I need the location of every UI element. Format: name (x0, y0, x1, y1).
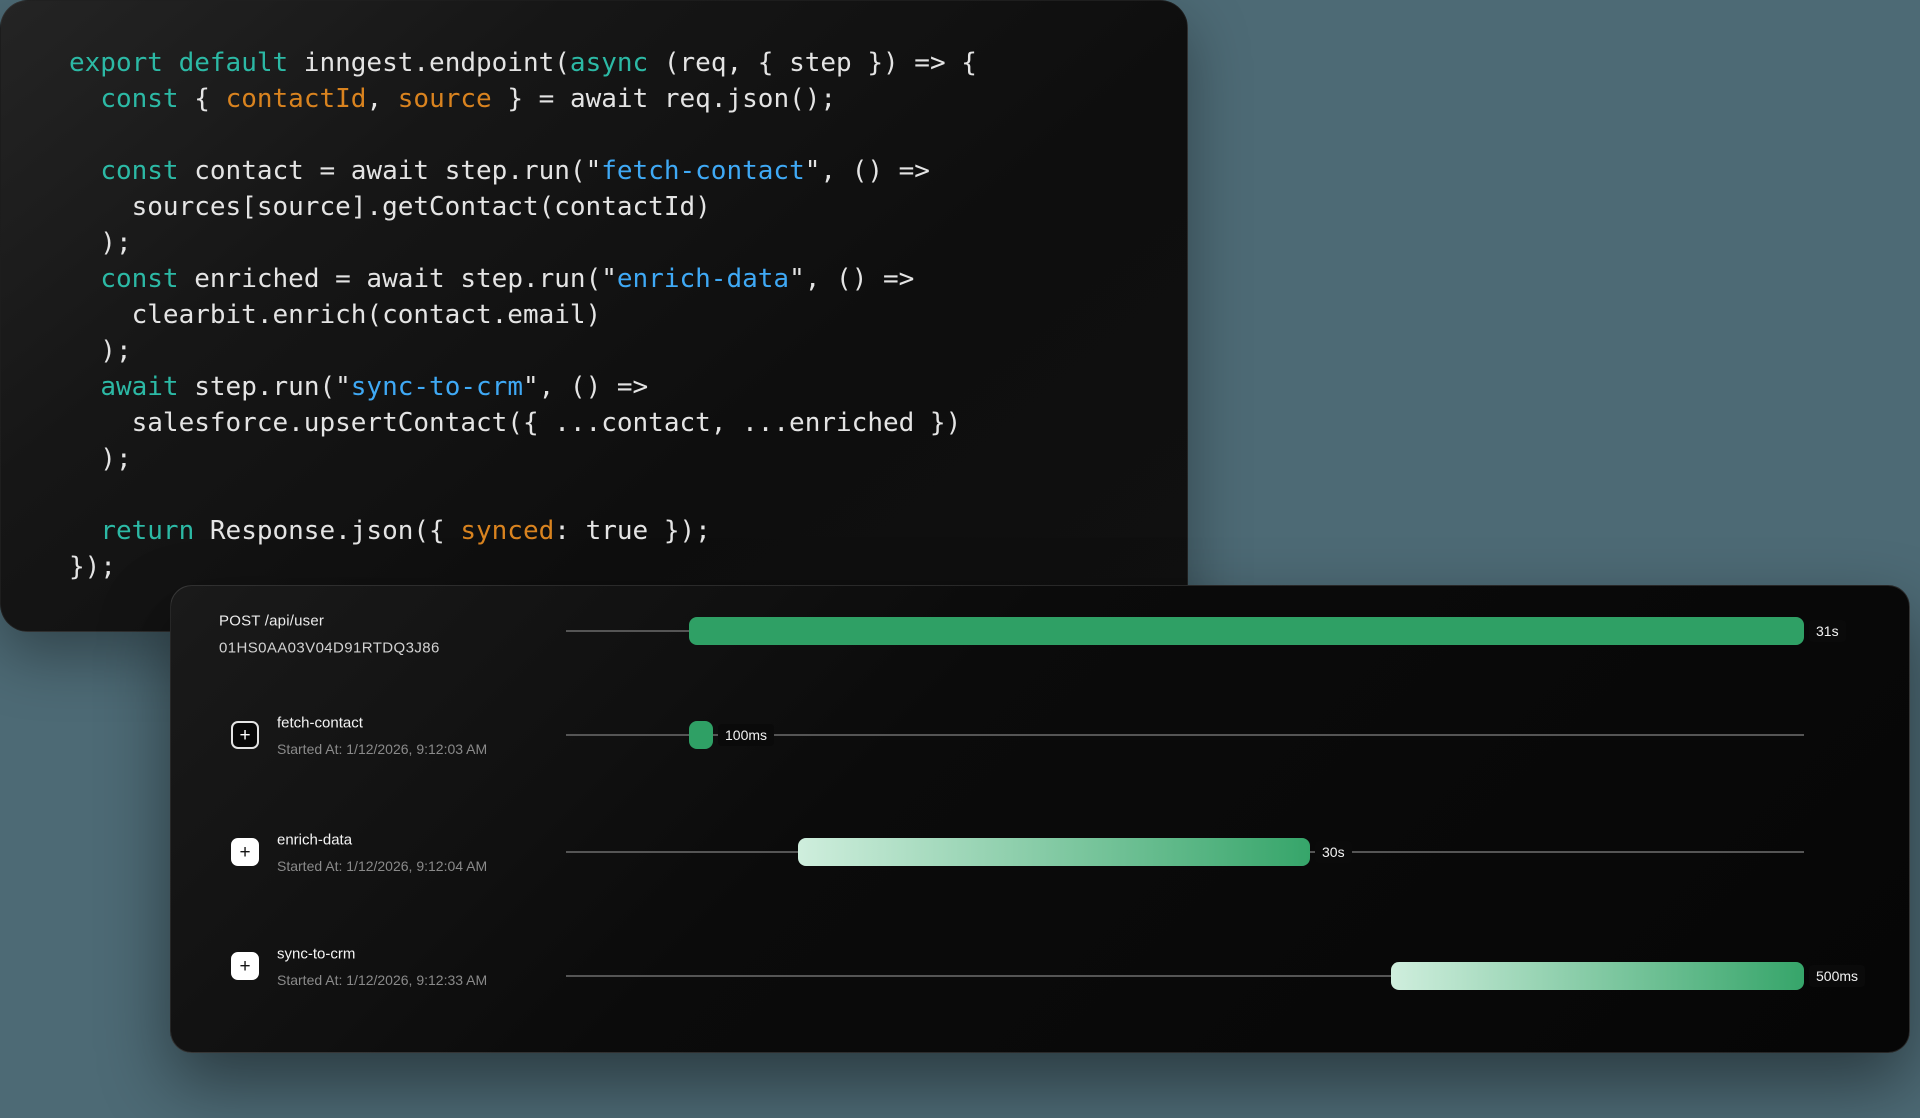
code-token: const (100, 264, 178, 294)
timeline-bar[interactable] (689, 617, 1804, 645)
step-started-at: Started At: 1/12/2026, 9:12:04 AM (277, 858, 487, 874)
plus-icon: + (239, 843, 250, 862)
code-token: contact = await step.run(" (179, 156, 602, 186)
code-line: const contact = await step.run("fetch-co… (69, 153, 977, 189)
code-block: export default inngest.endpoint(async (r… (69, 45, 977, 585)
code-token (69, 372, 100, 402)
code-token: default (179, 48, 289, 78)
code-token: enrich-data (617, 264, 789, 294)
code-line (69, 477, 977, 513)
timeline-bar[interactable] (689, 721, 713, 749)
plus-icon: + (239, 957, 250, 976)
code-line: clearbit.enrich(contact.email) (69, 297, 977, 333)
duration-label: 30s (1315, 841, 1352, 863)
expand-step-button[interactable]: + (231, 838, 259, 866)
code-token: return (100, 516, 194, 546)
code-token: ", () => (523, 372, 648, 402)
code-token (69, 264, 100, 294)
code-line: sources[source].getContact(contactId) (69, 189, 977, 225)
timeline-bar[interactable] (798, 838, 1310, 866)
code-line: const { contactId, source } = await req.… (69, 81, 977, 117)
code-token: inngest.endpoint( (288, 48, 570, 78)
code-token (69, 84, 100, 114)
code-line: ); (69, 225, 977, 261)
plus-icon: + (239, 726, 250, 745)
code-token: ); (69, 444, 132, 474)
duration-label: 100ms (718, 724, 774, 746)
code-token: const (100, 156, 178, 186)
code-token: ); (69, 228, 132, 258)
code-token: source (398, 84, 492, 114)
step-started-at: Started At: 1/12/2026, 9:12:33 AM (277, 972, 487, 988)
code-line: await step.run("sync-to-crm", () => (69, 369, 977, 405)
code-token: (req, { step }) => { (648, 48, 977, 78)
step-name: fetch-contact (277, 715, 363, 732)
expand-step-button[interactable]: + (231, 721, 259, 749)
expand-step-button[interactable]: + (231, 952, 259, 980)
code-token: synced (460, 516, 554, 546)
code-line: ); (69, 441, 977, 477)
code-token: clearbit.enrich(contact.email) (69, 300, 601, 330)
code-token: { (179, 84, 226, 114)
code-line: }); (69, 549, 977, 585)
code-line: export default inngest.endpoint(async (r… (69, 45, 977, 81)
code-token (69, 516, 100, 546)
code-line: salesforce.upsertContact({ ...contact, .… (69, 405, 977, 441)
code-token: ", () => (789, 264, 914, 294)
code-token: const (100, 84, 178, 114)
code-line (69, 117, 977, 153)
code-token (69, 156, 100, 186)
code-line: const enriched = await step.run("enrich-… (69, 261, 977, 297)
code-panel: export default inngest.endpoint(async (r… (0, 0, 1188, 632)
code-token: }); (69, 552, 116, 582)
code-token: salesforce.upsertContact({ ...contact, .… (69, 408, 961, 438)
code-token: : true }); (554, 516, 711, 546)
code-token: sync-to-crm (351, 372, 523, 402)
code-token (163, 48, 179, 78)
code-token: fetch-contact (601, 156, 805, 186)
code-token: enriched = await step.run(" (179, 264, 617, 294)
code-token: step.run(" (179, 372, 351, 402)
trace-panel: POST /api/user 01HS0AA03V04D91RTDQ3J86 3… (170, 585, 1910, 1053)
code-token: sources[source].getContact(contactId) (69, 192, 711, 222)
stage: export default inngest.endpoint(async (r… (0, 0, 1920, 1118)
code-token: ); (69, 336, 132, 366)
step-name: enrich-data (277, 832, 352, 849)
code-line: return Response.json({ synced: true }); (69, 513, 977, 549)
code-token: async (570, 48, 648, 78)
code-token: Response.json({ (194, 516, 460, 546)
trace-request-title: POST /api/user (219, 613, 324, 630)
code-line: ); (69, 333, 977, 369)
code-token: await (100, 372, 178, 402)
code-token: , (366, 84, 397, 114)
duration-label: 31s (1809, 620, 1846, 642)
step-name: sync-to-crm (277, 946, 355, 963)
code-token: contactId (226, 84, 367, 114)
code-token: ", () => (805, 156, 930, 186)
code-token: export (69, 48, 163, 78)
timeline-bar[interactable] (1391, 962, 1804, 990)
trace-run-id: 01HS0AA03V04D91RTDQ3J86 (219, 640, 440, 657)
duration-label: 500ms (1809, 965, 1865, 987)
step-started-at: Started At: 1/12/2026, 9:12:03 AM (277, 741, 487, 757)
code-token: } = await req.json(); (492, 84, 836, 114)
